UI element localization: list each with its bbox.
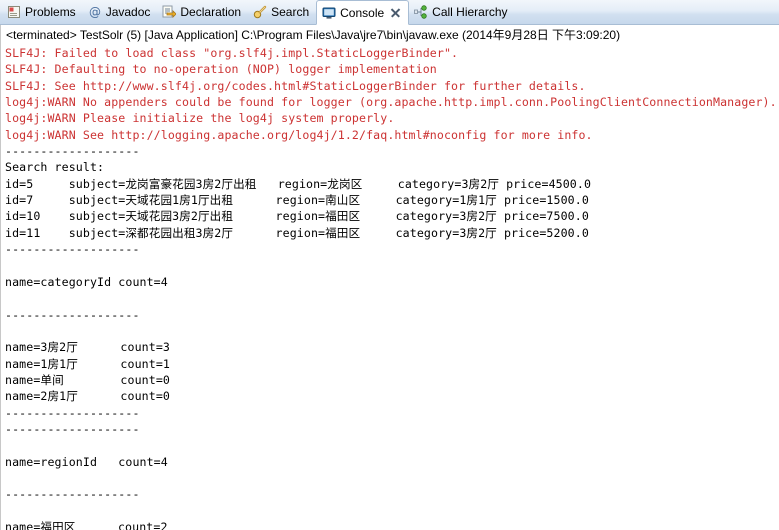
search-icon (253, 5, 267, 19)
console-scroll-area[interactable]: <terminated> TestSolr (5) [Java Applicat… (1, 25, 779, 530)
console-line: log4j:WARN See http://logging.apache.org… (5, 127, 593, 142)
tab-label: Call Hierarchy (432, 5, 508, 19)
console-line: name=1房1厅 count=1 (5, 356, 170, 371)
console-line: SLF4J: See http://www.slf4j.org/codes.ht… (5, 78, 586, 93)
console-line: ------------------- (5, 307, 140, 322)
console-line: id=10 subject=天域花园3房2厅出租 region=福田区 cate… (5, 209, 589, 224)
console-line: name=单间 count=0 (5, 372, 170, 387)
console-line: ------------------- (5, 421, 140, 436)
console-line: name=categoryId count=4 (5, 274, 168, 289)
console-line: ------------------- (5, 144, 140, 159)
close-icon[interactable] (390, 7, 401, 18)
svg-text:@: @ (89, 5, 101, 19)
tab-search[interactable]: Search (248, 0, 316, 24)
declaration-icon (162, 5, 177, 19)
console-line: id=5 subject=龙岗富豪花园3房2厅出租 region=龙岗区 cat… (5, 176, 592, 191)
problems-icon (7, 5, 21, 19)
console-line: id=11 subject=深都花园出租3房2厅 region=福田区 cate… (5, 225, 589, 240)
tab-declaration[interactable]: Declaration (157, 0, 248, 24)
console-line: Search result: (5, 160, 105, 175)
javadoc-at-icon: @ (88, 5, 102, 19)
console-line: name=2房1厅 count=0 (5, 389, 170, 404)
tab-label: Javadoc (105, 5, 151, 19)
tab-call-hierarchy[interactable]: Call Hierarchy (409, 0, 514, 24)
console-line: name=福田区 count=2 (5, 519, 168, 530)
tab-console[interactable]: Console (316, 0, 410, 25)
console-line: ------------------- (5, 242, 140, 257)
console-line: ------------------- (5, 405, 140, 420)
tab-problems[interactable]: Problems (2, 0, 83, 24)
launch-status-line: <terminated> TestSolr (5) [Java Applicat… (6, 28, 621, 42)
console-output[interactable]: SLF4J: Failed to load class "org.slf4j.i… (5, 45, 779, 530)
tab-label: Declaration (180, 5, 242, 19)
tab-label: Console (340, 5, 385, 20)
console-line: log4j:WARN Please initialize the log4j s… (5, 111, 395, 126)
view-tab-bar: Problems @ Javadoc Declaration Search Co… (0, 0, 779, 25)
console-line: id=7 subject=天域花园1房1厅出租 region=南山区 categ… (5, 193, 589, 208)
tab-javadoc[interactable]: @ Javadoc (83, 0, 158, 24)
eclipse-console-view: Problems @ Javadoc Declaration Search Co… (0, 0, 779, 530)
call-hierarchy-icon (414, 5, 428, 19)
console-line: ------------------- (5, 487, 140, 502)
console-icon (322, 6, 336, 20)
console-line: name=regionId count=4 (5, 454, 168, 469)
console-line: name=3房2厅 count=3 (5, 340, 170, 355)
console-line: log4j:WARN No appenders could be found f… (5, 95, 777, 110)
console-line: SLF4J: Failed to load class "org.slf4j.i… (5, 46, 459, 60)
tab-label: Problems (25, 5, 76, 19)
tab-label: Search (271, 5, 310, 19)
console-line: SLF4J: Defaulting to no-operation (NOP) … (5, 62, 437, 77)
console-panel: <terminated> TestSolr (5) [Java Applicat… (0, 25, 779, 530)
